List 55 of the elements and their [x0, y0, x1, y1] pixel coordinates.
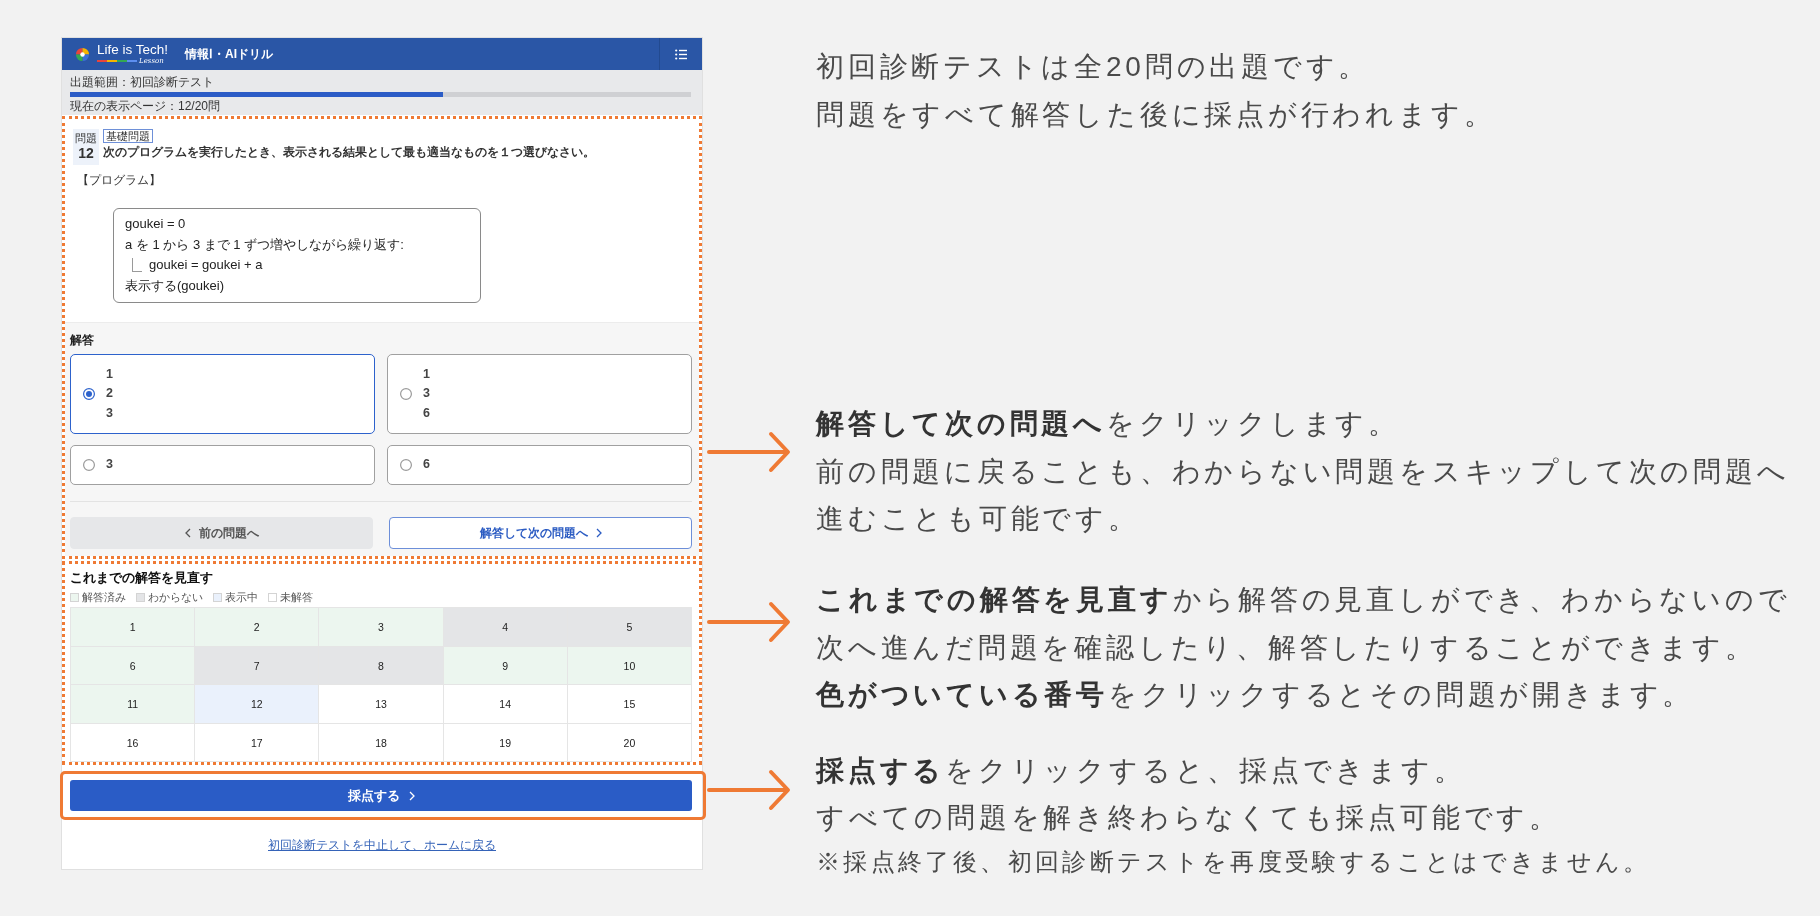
question-number-cell[interactable]: 10 — [567, 646, 691, 685]
question-text: 次のプログラムを実行したとき、表示される結果として最も適当なものを１つ選びなさい。 — [103, 144, 595, 160]
legend-label: わからない — [148, 590, 203, 605]
legend-label: 解答済み — [82, 590, 126, 605]
question-number-cell[interactable]: 3 — [319, 608, 443, 646]
question-number-cell[interactable]: 9 — [443, 646, 567, 685]
quit-test-link[interactable]: 初回診断テストを中止して、ホームに戻る — [268, 836, 496, 855]
right-arrow-icon — [707, 599, 791, 644]
annotation-text: 解答して次の問題へをクリックします。 前の問題に戻ることも、わからない問題をスキップして次の問題へ 進むことも可能です。 — [816, 407, 1790, 537]
answer-option[interactable]: 1 3 6 — [387, 354, 692, 434]
question-number-cell[interactable]: 16 — [71, 723, 195, 762]
brand-name: Life is Tech! — [97, 42, 169, 57]
app-title: 情報Ⅰ・AIドリル — [185, 45, 274, 63]
code-line: goukei = 0 — [125, 215, 186, 234]
chevron-right-icon — [595, 528, 602, 539]
answer-heading: 解答 — [70, 333, 95, 348]
question-label: 問題 — [75, 132, 97, 145]
question-number-cell[interactable]: 12 — [195, 685, 319, 723]
previous-question-button[interactable]: 前の問題へ — [70, 517, 373, 550]
code-line: 表示する(goukei) — [125, 276, 224, 295]
question-number-cell[interactable]: 18 — [319, 723, 443, 762]
review-title: これまでの解答を見直す — [70, 569, 214, 587]
code-line: a を 1 から 3 まで 1 ずつ増やしながら繰り返す: — [125, 235, 404, 254]
question-number-cell[interactable]: 15 — [567, 685, 691, 723]
legend-label: 表示中 — [225, 590, 258, 605]
answer-option[interactable]: 6 — [387, 444, 692, 486]
annotation-text: 採点するをクリックすると、採点できます。 すべての問題を解き終わらなくても採点可能です。 — [816, 753, 1562, 836]
question-number-cell[interactable]: 17 — [195, 723, 319, 762]
program-label: 【プログラム】 — [77, 172, 162, 188]
chevron-left-icon — [184, 528, 191, 539]
score-button[interactable]: 採点する — [70, 780, 692, 812]
question-number-cell[interactable]: 11 — [71, 685, 195, 723]
answer-next-button[interactable]: 解答して次の問題へ — [389, 517, 692, 550]
question-number-cell[interactable]: 19 — [443, 723, 567, 762]
pinwheel-logo-icon — [75, 46, 90, 62]
question-number: 12 — [78, 145, 94, 162]
scope-label: 出題範囲：初回診断テスト — [70, 75, 215, 90]
question-number-cell[interactable]: 2 — [195, 608, 319, 646]
intro-text: 初回診断テストは全20問の出題です。 問題をすべて解答した後に採点が行われます。 — [816, 50, 1497, 132]
question-number-cell[interactable]: 14 — [443, 685, 567, 723]
answer-option[interactable]: 3 — [70, 444, 375, 486]
question-number-cell[interactable]: 6 — [71, 646, 195, 685]
annotation-text: これまでの解答を見直すから解答の見直しができ、わからないので 次へ進んだ問題を確認したり、解答したりすることができます。 色がついている番号をクリックするとその問題が開きます。 — [816, 582, 1791, 713]
annotation-note: ※採点終了後、初回診断テストを再度受験することはできません。 — [816, 846, 1651, 877]
right-arrow-icon — [707, 430, 791, 475]
page-counter: 現在の表示ページ：12/20問 — [70, 99, 222, 114]
question-number-cell[interactable]: 1 — [71, 608, 195, 646]
brand-underline-icon — [97, 60, 137, 62]
question-number-cell[interactable]: 20 — [567, 723, 691, 762]
list-menu-icon — [675, 48, 687, 60]
legend-label: 未解答 — [280, 590, 313, 605]
chevron-right-icon — [408, 790, 415, 801]
category-tag: 基礎問題 — [103, 129, 153, 143]
answer-option[interactable]: 1 2 3 — [70, 354, 375, 434]
question-number-cell[interactable]: 13 — [319, 685, 443, 723]
